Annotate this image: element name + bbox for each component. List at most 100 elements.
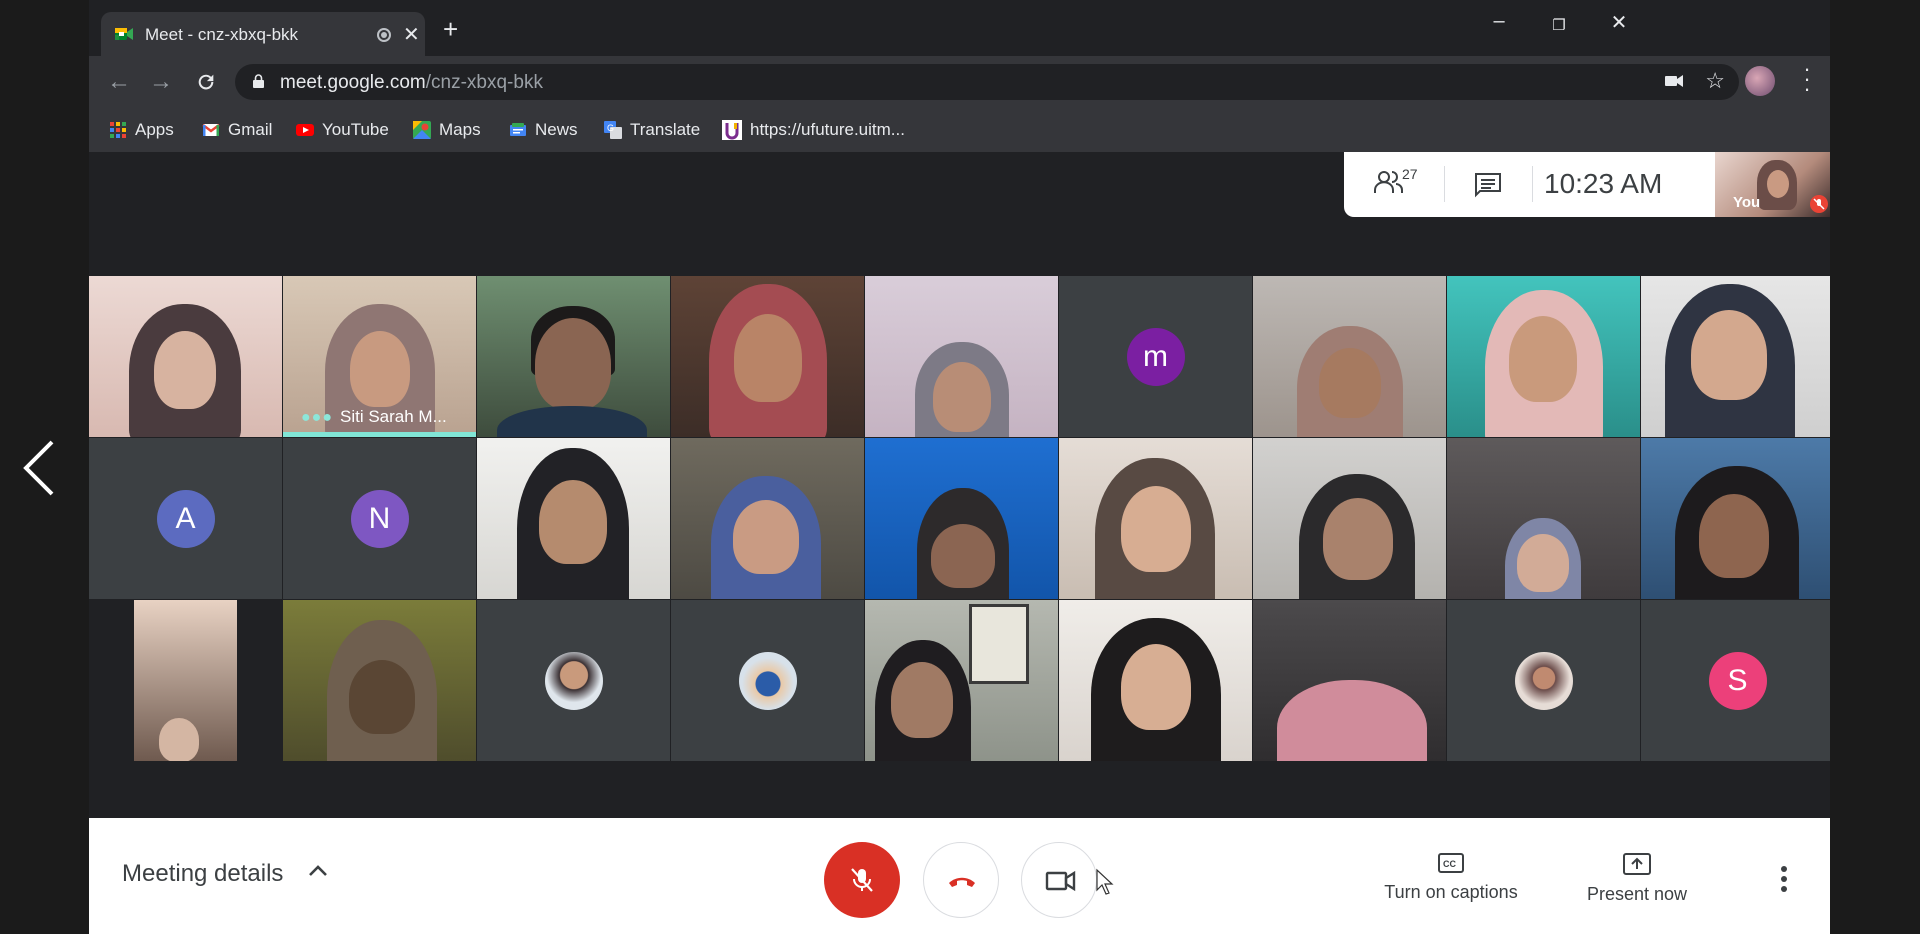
new-tab-button[interactable]: +: [443, 16, 458, 42]
reload-icon[interactable]: [195, 71, 217, 93]
unmute-microphone-button[interactable]: [824, 842, 900, 918]
meeting-details-button[interactable]: Meeting details: [122, 860, 283, 888]
meet-favicon-icon: [115, 28, 133, 40]
participant-face: [1699, 494, 1769, 578]
bookmark-label: YouTube: [322, 120, 389, 139]
participant-name: Siti Sarah M...: [340, 407, 447, 426]
lock-icon: [253, 74, 264, 88]
participant-face: [1121, 644, 1191, 730]
minimize-window-icon[interactable]: –: [1479, 10, 1519, 33]
participant-tile[interactable]: N: [283, 438, 476, 599]
participant-tile[interactable]: [1059, 600, 1252, 761]
bookmark-label: News: [535, 120, 578, 139]
bookmark-star-icon[interactable]: ☆: [1705, 68, 1725, 94]
participant-avatar-photo: [738, 651, 797, 710]
toggle-camera-button[interactable]: [1021, 842, 1097, 918]
participant-figure: [1277, 680, 1427, 761]
address-bar[interactable]: meet.google.com/cnz-xbxq-bkk ☆: [235, 64, 1739, 100]
participant-face: [159, 718, 199, 761]
bookmark-ufuture[interactable]: https://ufuture.uitm...: [722, 108, 905, 152]
forward-button[interactable]: →: [149, 68, 173, 96]
bookmark-apps[interactable]: Apps: [109, 108, 174, 152]
participant-tile[interactable]: m: [1059, 276, 1252, 437]
browser-tab[interactable]: Meet - cnz-xbxq-bkk ✕: [101, 12, 425, 56]
participant-face: [539, 480, 607, 564]
participant-face: [1319, 348, 1381, 418]
meeting-controls-bar: Meeting details CC Turn on captions Pres…: [89, 818, 1830, 934]
participant-tile[interactable]: [865, 600, 1058, 761]
participant-tile[interactable]: A: [89, 438, 282, 599]
participant-avatar-photo: [1514, 651, 1573, 710]
participant-tile[interactable]: [671, 438, 864, 599]
meet-call-area: 27 10:23 AM You ●●● Siti Sarah M... m A …: [89, 152, 1830, 934]
present-label: Present now: [1586, 884, 1688, 904]
self-view-tile[interactable]: You: [1715, 152, 1830, 217]
participant-face: [1517, 534, 1569, 592]
chat-icon[interactable]: [1474, 172, 1502, 198]
participant-tile[interactable]: [283, 600, 476, 761]
bookmark-label: https://ufuture.uitm...: [750, 120, 905, 139]
participant-face: [349, 660, 415, 734]
close-window-icon[interactable]: ✕: [1599, 10, 1639, 35]
participant-tile[interactable]: [671, 276, 864, 437]
svg-text:G: G: [607, 123, 614, 133]
participant-tile[interactable]: S: [1641, 600, 1830, 761]
bookmark-gmail[interactable]: Gmail: [202, 108, 272, 152]
video-camera-icon: [1045, 870, 1076, 892]
present-screen-icon: [1623, 853, 1651, 875]
participant-tile[interactable]: [1447, 276, 1640, 437]
participant-tile[interactable]: [477, 600, 670, 761]
closed-captions-icon: CC: [1438, 853, 1464, 873]
profile-avatar[interactable]: [1745, 66, 1775, 96]
participant-face: [535, 318, 611, 410]
participant-tile-speaking[interactable]: ●●● Siti Sarah M...: [283, 276, 476, 437]
participant-tile[interactable]: [477, 276, 670, 437]
camera-in-use-icon[interactable]: [1665, 74, 1683, 88]
bookmark-news[interactable]: News: [509, 108, 578, 152]
bookmark-youtube[interactable]: YouTube: [296, 108, 389, 152]
participant-face: [931, 524, 995, 588]
participant-tile[interactable]: [1447, 600, 1640, 761]
close-tab-icon[interactable]: ✕: [403, 22, 420, 47]
divider: [1532, 166, 1533, 202]
participant-tile[interactable]: [89, 276, 282, 437]
participant-tile[interactable]: [671, 600, 864, 761]
participant-tile[interactable]: [1253, 276, 1446, 437]
more-options-icon[interactable]: [1781, 866, 1789, 896]
participants-icon[interactable]: [1374, 170, 1404, 194]
captions-button[interactable]: CC Turn on captions: [1361, 852, 1541, 903]
youtube-icon: [296, 124, 314, 136]
participant-tile[interactable]: [477, 438, 670, 599]
participant-tile[interactable]: [865, 438, 1058, 599]
participant-tile[interactable]: [1253, 600, 1446, 761]
speaking-highlight: [283, 432, 476, 437]
bookmark-label: Gmail: [228, 120, 273, 139]
self-label: You: [1733, 194, 1761, 211]
participant-tile[interactable]: [1059, 438, 1252, 599]
participant-shirt: [497, 406, 647, 437]
bookmark-maps[interactable]: Maps: [413, 108, 481, 152]
present-now-button[interactable]: Present now: [1577, 852, 1697, 905]
news-icon: [510, 123, 526, 136]
chevron-up-icon[interactable]: [307, 862, 329, 878]
previous-page-arrow-icon[interactable]: [18, 438, 58, 498]
participant-tile[interactable]: [1253, 438, 1446, 599]
participant-tile[interactable]: [1641, 276, 1830, 437]
participant-avatar: A: [156, 489, 215, 548]
participant-tile[interactable]: [1641, 438, 1830, 599]
browser-menu-icon[interactable]: · · ·: [1797, 58, 1817, 100]
participant-avatar: N: [350, 489, 409, 548]
url-text: meet.google.com/cnz-xbxq-bkk: [280, 72, 543, 93]
participant-tile[interactable]: [865, 276, 1058, 437]
bookmark-label: Maps: [439, 120, 481, 139]
captions-label: Turn on captions: [1384, 882, 1518, 902]
participant-tile[interactable]: [1447, 438, 1640, 599]
browser-window: Meet - cnz-xbxq-bkk ✕ + – ❐ ✕ ← → meet.g…: [89, 0, 1830, 934]
participant-tile[interactable]: [89, 600, 282, 761]
bookmark-translate[interactable]: G Translate: [604, 108, 700, 152]
leave-call-button[interactable]: [923, 842, 999, 918]
back-button[interactable]: ←: [107, 68, 131, 96]
translate-icon: G: [604, 121, 622, 139]
restore-window-icon[interactable]: ❐: [1539, 16, 1579, 34]
meeting-clock: 10:23 AM: [1544, 168, 1663, 199]
